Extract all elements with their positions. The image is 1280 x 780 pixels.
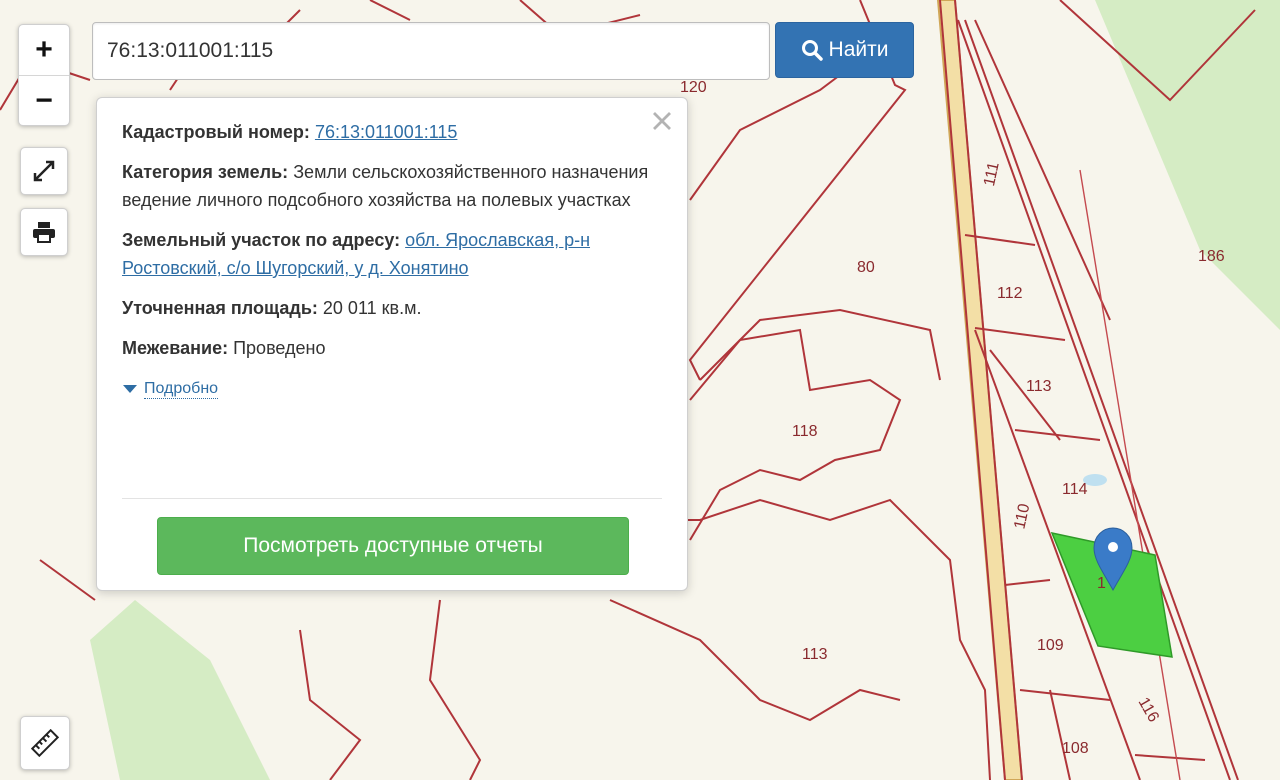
plot-label: 186 [1198, 248, 1225, 265]
land-use-value: ведение личного подсобного хозяйства на … [122, 190, 631, 210]
land-category-row: Категория земель: Земли сельскохозяйстве… [122, 158, 662, 214]
survey-label: Межевание: [122, 338, 229, 358]
search-icon [801, 40, 823, 61]
address-row: Земельный участок по адресу: обл. Яросла… [122, 226, 662, 282]
details-toggle[interactable]: Подробно [122, 379, 219, 399]
parcel-info-popup: Кадастровый номер: 76:13:011001:115 Кате… [96, 97, 688, 591]
plot-label: 113 [1026, 378, 1052, 395]
caret-down-icon [123, 385, 137, 393]
ruler-icon [31, 729, 59, 757]
area-value: 20 011 кв.м. [322, 298, 422, 318]
cadastral-number-row: Кадастровый номер: 76:13:011001:115 [122, 118, 662, 146]
plot-label: 114 [1062, 481, 1088, 498]
details-label: Подробно [144, 379, 219, 399]
plot-label: 109 [1037, 637, 1064, 654]
zoom-in-button[interactable]: + [19, 25, 69, 75]
search-button-label: Найти [828, 38, 889, 61]
land-category-label: Категория земель: [122, 162, 289, 182]
plot-label: 113 [802, 646, 828, 663]
plot-label: 108 [1062, 740, 1089, 757]
zoom-out-button[interactable]: − [19, 75, 69, 126]
zoom-control: + − [18, 24, 70, 126]
area-row: Уточненная площадь: 20 011 кв.м. [122, 294, 662, 322]
plot-label: 80 [857, 259, 875, 276]
cadastral-search-input[interactable] [92, 22, 770, 80]
popup-body: Кадастровый номер: 76:13:011001:115 Кате… [122, 118, 662, 402]
land-category-value: Земли сельскохозяйственного назначения [293, 162, 649, 182]
address-label: Земельный участок по адресу: [122, 230, 401, 250]
plot-label: 118 [792, 423, 818, 440]
ruler-button[interactable] [20, 716, 70, 770]
printer-icon [33, 222, 55, 243]
plot-label: 1 [1097, 575, 1106, 592]
area-label: Уточненная площадь: [122, 298, 318, 318]
plot-label: 120 [680, 79, 707, 96]
expand-icon [33, 160, 55, 182]
fullscreen-button[interactable] [20, 147, 68, 195]
popup-divider [122, 498, 662, 499]
view-reports-button[interactable]: Посмотреть доступные отчеты [157, 517, 629, 575]
plot-label: 112 [997, 285, 1023, 302]
survey-value: Проведено [233, 338, 326, 358]
cadastral-number-label: Кадастровый номер: [122, 122, 310, 142]
search-button[interactable]: Найти [775, 22, 914, 78]
print-button[interactable] [20, 208, 68, 256]
survey-row: Межевание: Проведено [122, 334, 662, 362]
cadastral-number-link[interactable]: 76:13:011001:115 [315, 122, 457, 142]
